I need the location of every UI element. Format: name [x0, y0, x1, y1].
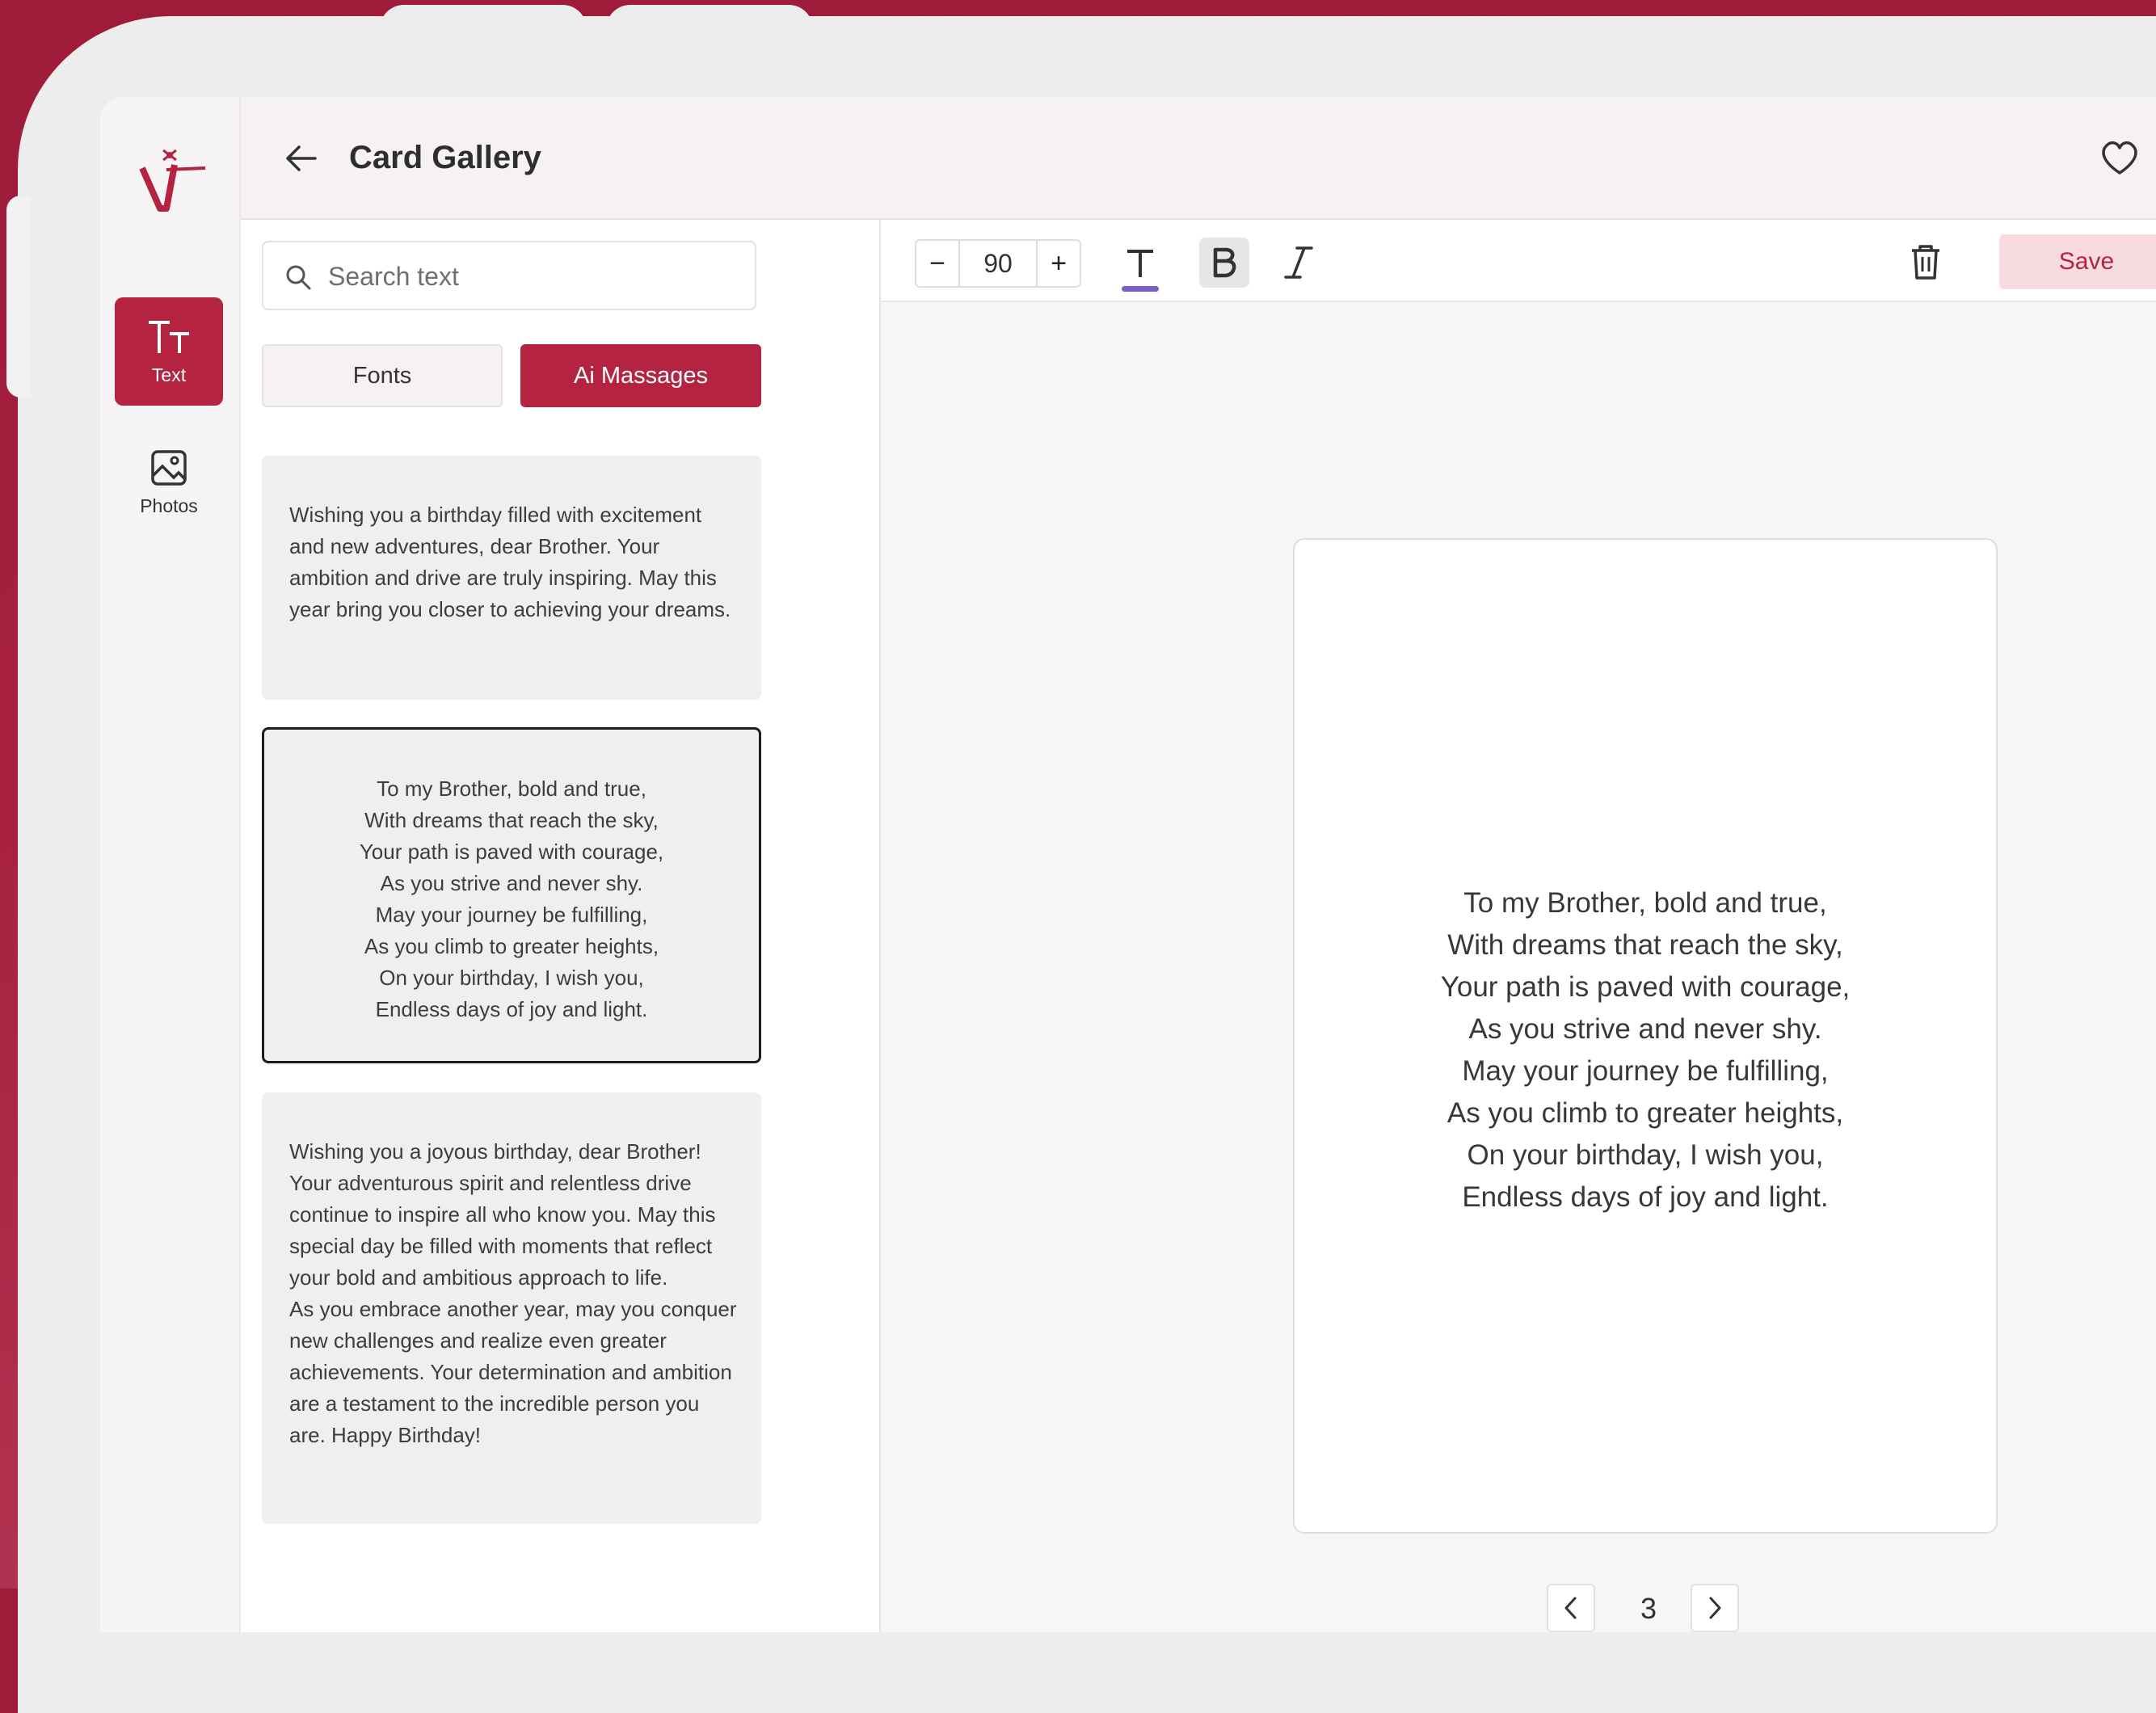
image-icon [151, 449, 187, 486]
page-title: Card Gallery [349, 140, 541, 175]
text-color-icon [1127, 250, 1153, 277]
card-text[interactable]: To my Brother, bold and true, With dream… [1295, 882, 1996, 1218]
bold-button[interactable] [1199, 238, 1249, 288]
decrease-size-button[interactable]: − [916, 241, 958, 286]
ai-message-card[interactable]: Wishing you a birthday filled with excit… [262, 456, 761, 700]
rail-item-label: Text [151, 364, 187, 385]
rail-item-text[interactable]: Text [115, 297, 223, 406]
next-page-button[interactable] [1691, 1584, 1739, 1632]
rail-item-label: Photos [140, 495, 198, 516]
italic-button[interactable] [1274, 238, 1324, 288]
font-size-stepper: − 90 + [915, 239, 1081, 288]
rail-item-photos[interactable]: Photos [115, 428, 223, 537]
chevron-left-icon [1564, 1597, 1577, 1619]
canvas-area: To my Brother, bold and true, With dream… [881, 302, 2156, 1632]
italic-icon [1284, 246, 1313, 279]
ai-message-card-selected[interactable]: To my Brother, bold and true, With dream… [262, 727, 761, 1063]
increase-size-button[interactable]: + [1038, 241, 1080, 286]
page-number: 3 [1640, 1592, 1657, 1625]
text-color-indicator [1122, 286, 1159, 292]
search-input[interactable] [326, 254, 734, 299]
heart-icon[interactable] [2098, 136, 2141, 179]
trash-icon[interactable] [1901, 238, 1951, 288]
back-arrow-icon[interactable] [283, 141, 318, 176]
tab-ai-messages[interactable]: Ai Massages [520, 344, 761, 407]
search-box [262, 241, 756, 310]
text-color-button[interactable] [1115, 238, 1165, 288]
tool-rail: Text Photos [100, 97, 241, 1632]
brand-logo-icon [139, 149, 206, 212]
save-button[interactable]: Save [1999, 234, 2156, 289]
editor-toolbar: − 90 + Save D [881, 220, 2156, 302]
tab-fonts[interactable]: Fonts [262, 344, 503, 407]
font-size-value[interactable]: 90 [958, 241, 1038, 286]
app-screen: Text Photos Card Gallery 3 [100, 97, 2156, 1632]
text-size-icon [149, 320, 189, 353]
prev-page-button[interactable] [1547, 1584, 1595, 1632]
device-side-button [6, 196, 31, 398]
ai-message-card[interactable]: Wishing you a joyous birthday, dear Brot… [262, 1092, 761, 1524]
search-icon [286, 265, 311, 290]
bold-icon [1213, 247, 1236, 278]
chevron-right-icon [1709, 1597, 1721, 1619]
text-panel: Fonts Ai Massages Wishing you a birthday… [241, 220, 881, 1632]
card-canvas[interactable]: To my Brother, bold and true, With dream… [1293, 538, 1998, 1534]
app-header: Card Gallery 3 [241, 97, 2156, 220]
